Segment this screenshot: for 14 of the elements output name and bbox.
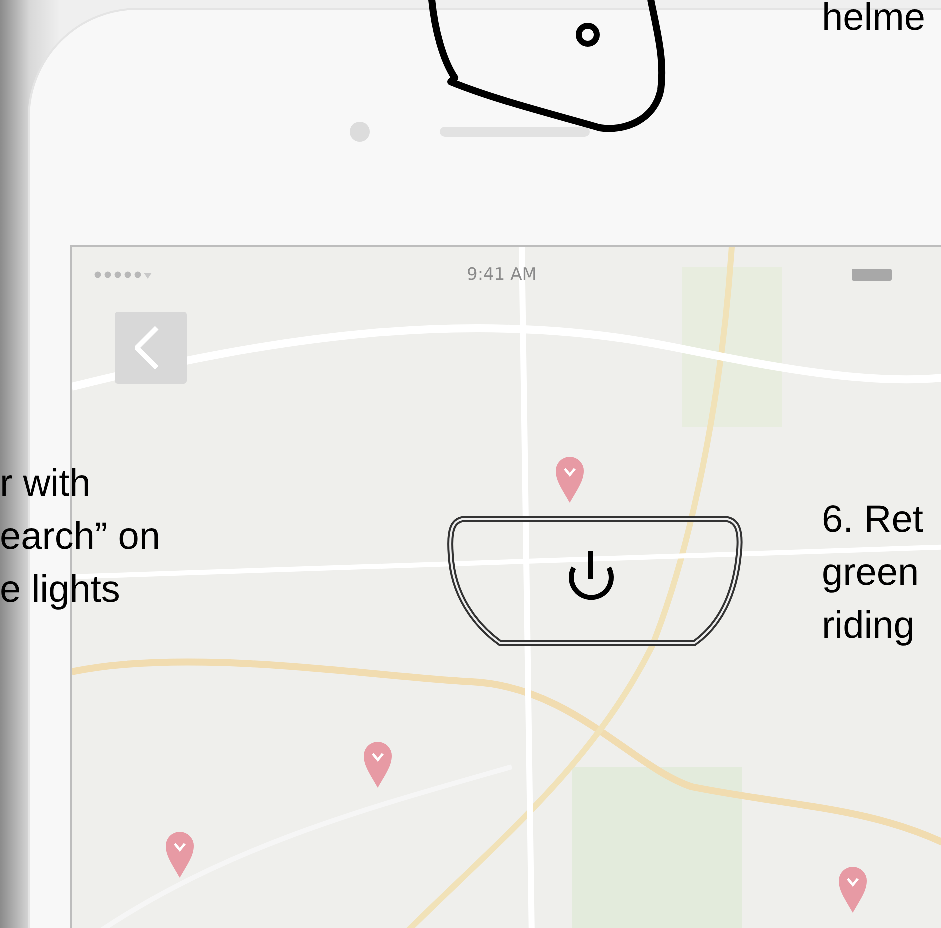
status-time: 9:41 AM [467, 265, 537, 285]
speaker-icon [440, 127, 590, 137]
signal-icon [92, 269, 152, 281]
battery-icon [852, 269, 892, 281]
annotation-text: 6. Ret green riding [822, 498, 924, 649]
map-pin-icon[interactable] [837, 865, 869, 915]
map-pin-icon[interactable] [362, 740, 394, 790]
annotation-text: helme [822, 0, 926, 41]
map-pin-icon[interactable] [164, 830, 196, 880]
back-button[interactable] [115, 312, 187, 384]
chevron-left-icon [135, 326, 159, 370]
map-pin-icon[interactable] [554, 455, 586, 505]
annotation-text: r with earch” on e lights [0, 462, 161, 613]
camera-icon [350, 122, 370, 142]
